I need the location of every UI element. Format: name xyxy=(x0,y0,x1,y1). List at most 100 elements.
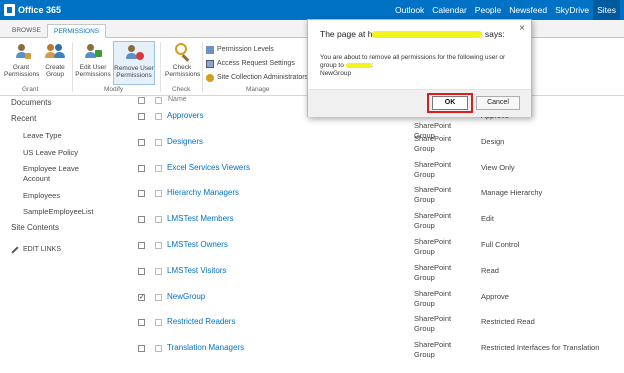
suite-links: Outlook Calendar People Newsfeed SkyDriv… xyxy=(391,0,620,20)
grant-permissions-icon xyxy=(11,42,31,62)
row-type: SharePoint Group xyxy=(414,289,452,308)
redacted-url xyxy=(372,31,483,39)
row-name-link[interactable]: Translation Managers xyxy=(167,343,244,352)
row-type: SharePoint Group xyxy=(414,340,452,359)
row-permission: Design xyxy=(481,137,505,146)
suite-link-outlook[interactable]: Outlook xyxy=(391,0,428,20)
row-name-link[interactable]: Hierarchy Managers xyxy=(167,188,239,197)
dialog-message-line2: group to : xyxy=(320,62,374,69)
row-permission: Restricted Read xyxy=(481,317,535,326)
row-checkbox[interactable] xyxy=(138,268,145,275)
row-type: SharePoint Group xyxy=(414,160,452,179)
create-group-label: Create Group xyxy=(45,64,65,78)
row-checkbox[interactable] xyxy=(138,216,145,223)
cancel-button[interactable]: Cancel xyxy=(476,96,520,110)
row-type: SharePoint Group xyxy=(414,134,452,153)
dialog-title-suffix: says: xyxy=(484,29,505,39)
nav-documents[interactable]: Documents xyxy=(11,98,51,107)
select-all-checkbox[interactable] xyxy=(138,97,145,104)
row-name-link[interactable]: Excel Services Viewers xyxy=(167,163,250,172)
confirm-dialog: The page at h says: × You are about to r… xyxy=(307,19,532,117)
suite-link-newsfeed[interactable]: Newsfeed xyxy=(505,0,551,20)
suite-bar: Office 365 Outlook Calendar People Newsf… xyxy=(0,0,624,20)
remove-user-permissions-button[interactable]: Remove User Permissions xyxy=(113,41,155,85)
ribbon-separator xyxy=(202,42,203,92)
site-collection-admins-button[interactable]: Site Collection Administrators xyxy=(206,72,308,83)
row-permission: Full Control xyxy=(481,240,520,249)
suite-link-people[interactable]: People xyxy=(471,0,505,20)
table-row: Translation Managers SharePoint Group Re… xyxy=(0,340,624,371)
access-request-settings-label: Access Request Settings xyxy=(217,60,295,67)
access-request-settings-button[interactable]: Access Request Settings xyxy=(206,58,295,69)
row-permission: Restricted Interfaces for Translation xyxy=(481,343,600,352)
table-row: Restricted Readers SharePoint Group Rest… xyxy=(0,314,624,345)
remove-user-permissions-icon xyxy=(124,43,144,63)
row-type: SharePoint Group xyxy=(414,314,452,333)
row-type: SharePoint Group xyxy=(414,237,452,256)
select-column-box[interactable] xyxy=(155,97,162,104)
edit-user-permissions-label: Edit User Permissions xyxy=(75,64,111,78)
row-select-box[interactable] xyxy=(155,165,162,172)
row-permission: Edit xyxy=(481,214,494,223)
row-checkbox[interactable] xyxy=(138,165,145,172)
group-label-grant: Grant xyxy=(22,86,39,93)
row-permission: Manage Hierarchy xyxy=(481,188,543,197)
suite-link-sites[interactable]: Sites xyxy=(593,0,620,20)
row-select-box[interactable] xyxy=(155,268,162,275)
row-name-link[interactable]: LMSTest Members xyxy=(167,214,234,223)
suite-link-skydrive[interactable]: SkyDrive xyxy=(551,0,593,20)
create-group-button[interactable]: Create Group xyxy=(42,42,68,78)
ribbon-separator xyxy=(72,42,73,92)
dialog-message-line2-prefix: group to xyxy=(320,62,344,69)
remove-user-permissions-label: Remove User Permissions xyxy=(114,65,154,79)
row-select-box[interactable] xyxy=(155,190,162,197)
row-select-box[interactable] xyxy=(155,242,162,249)
row-checkbox[interactable] xyxy=(138,319,145,326)
row-name-link[interactable]: Approvers xyxy=(167,111,203,120)
ok-button[interactable]: OK xyxy=(432,96,468,110)
row-select-box[interactable] xyxy=(155,113,162,120)
row-select-box[interactable] xyxy=(155,345,162,352)
row-checkbox[interactable] xyxy=(138,139,145,146)
permission-levels-label: Permission Levels xyxy=(217,46,274,53)
table-row: LMSTest Owners SharePoint Group Full Con… xyxy=(0,237,624,268)
row-checkbox[interactable] xyxy=(138,190,145,197)
close-icon[interactable]: × xyxy=(519,23,525,34)
row-name-link[interactable]: Restricted Readers xyxy=(167,317,235,326)
edit-user-permissions-icon xyxy=(83,42,103,62)
row-name-link[interactable]: LMSTest Owners xyxy=(167,240,228,249)
tab-browse[interactable]: BROWSE xyxy=(6,24,47,38)
suite-link-calendar[interactable]: Calendar xyxy=(428,0,471,20)
table-row: Designers SharePoint Group Design xyxy=(0,134,624,165)
grant-permissions-label: Grant Permissions xyxy=(4,64,40,78)
row-checkbox[interactable] xyxy=(138,113,145,120)
column-header-name[interactable]: Name xyxy=(168,96,187,103)
row-select-box[interactable] xyxy=(155,294,162,301)
check-permissions-label: Check Permissions xyxy=(165,64,201,78)
row-permission: Read xyxy=(481,266,499,275)
group-label-modify: Modify xyxy=(104,86,124,93)
row-select-box[interactable] xyxy=(155,216,162,223)
grant-permissions-button[interactable]: Grant Permissions xyxy=(4,42,40,78)
row-checkbox-checked[interactable]: ✓ xyxy=(138,294,145,301)
office365-brand[interactable]: Office 365 xyxy=(4,3,61,17)
edit-user-permissions-button[interactable]: Edit User Permissions xyxy=(75,42,111,78)
site-collection-admins-label: Site Collection Administrators xyxy=(217,74,309,81)
check-permissions-button[interactable]: Check Permissions xyxy=(165,42,201,78)
row-checkbox[interactable] xyxy=(138,242,145,249)
row-name-link[interactable]: LMSTest Visitors xyxy=(167,266,226,275)
group-label-manage: Manage xyxy=(246,86,270,93)
site-collection-admins-icon xyxy=(206,73,214,82)
dialog-message-line1: You are about to remove all permissions … xyxy=(320,54,506,61)
row-select-box[interactable] xyxy=(155,319,162,326)
tab-permissions[interactable]: PERMISSIONS xyxy=(47,24,107,38)
row-name-link[interactable]: Designers xyxy=(167,137,203,146)
dialog-title: The page at h says: xyxy=(320,29,505,39)
row-select-box[interactable] xyxy=(155,139,162,146)
row-name-link[interactable]: NewGroup xyxy=(167,292,205,301)
dialog-footer: OK Cancel xyxy=(308,89,531,117)
row-checkbox[interactable] xyxy=(138,345,145,352)
table-row: LMSTest Visitors SharePoint Group Read xyxy=(0,263,624,294)
row-permission: View Only xyxy=(481,163,515,172)
permission-levels-button[interactable]: Permission Levels xyxy=(206,44,274,55)
